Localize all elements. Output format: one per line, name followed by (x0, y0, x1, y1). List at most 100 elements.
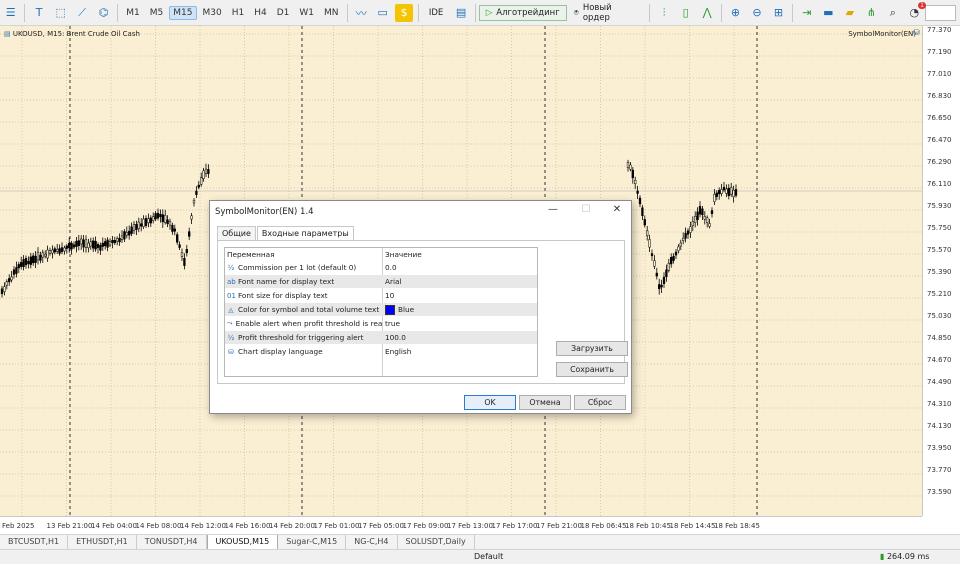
chart-tab[interactable]: ETHUSDT,H1 (68, 535, 137, 549)
time-label: 17 Feb 05:00 (358, 522, 404, 530)
load-button[interactable]: Загрузить (556, 341, 628, 356)
script-icon[interactable]: ▤ (452, 4, 469, 22)
notifications-icon[interactable]: ◔ 1 (906, 1, 926, 22)
candle-body (104, 241, 107, 247)
param-value-cell[interactable]: 10 (385, 291, 394, 300)
autoscroll-icon[interactable]: ⇥ (798, 4, 815, 22)
search-icon[interactable]: ⌕ (884, 4, 901, 22)
table-row[interactable]: ab Font name for display text Arial (225, 275, 537, 288)
candle-body (708, 223, 711, 227)
folder-icon[interactable]: ▰ (841, 4, 858, 22)
param-type-icon: ◬ (228, 305, 234, 314)
price-label: 73.590 (927, 488, 952, 496)
candle-body (135, 224, 138, 230)
param-value-cell[interactable]: 0.0 (385, 263, 397, 272)
timeframe-m1[interactable]: M1 (122, 6, 144, 20)
candle-body (660, 284, 663, 288)
candle-body (670, 257, 673, 265)
table-row[interactable]: ½ Profit threshold for triggering alert 10… (225, 331, 537, 344)
param-value-cell[interactable]: 100.0 (385, 333, 406, 342)
zoom-out-icon[interactable]: ⊖ (748, 4, 765, 22)
timeframe-mn[interactable]: MN (320, 6, 343, 20)
template-icon[interactable]: ▭ (374, 4, 391, 22)
toolbar-separator (117, 3, 119, 22)
bar-chart-icon[interactable]: ⫶ (655, 4, 672, 22)
chart-tab[interactable]: TONUSDT,H4 (137, 535, 207, 549)
candle-body (39, 254, 42, 261)
algo-trading-button[interactable]: ▷ Алготрейдинг (478, 4, 567, 21)
ok-button[interactable]: OK (464, 395, 516, 410)
timeframe-m5[interactable]: M5 (146, 6, 168, 20)
toolbar-separator (792, 3, 794, 22)
timeframe-m15[interactable]: M15 (169, 5, 197, 20)
rectangle-tool-icon[interactable]: ⬚ (52, 4, 69, 22)
chart-tab[interactable]: UKOUSD,M15 (206, 534, 279, 550)
candle-body (99, 244, 102, 251)
candle-body (154, 213, 157, 220)
chart-tab[interactable]: BTCUSDT,H1 (0, 535, 69, 549)
timeframe-m30[interactable]: M30 (199, 6, 226, 20)
table-row[interactable]: ⤳ Enable alert when profit threshold is r… (225, 317, 537, 330)
reset-button[interactable]: Сброс (574, 395, 626, 410)
trendline-tool-icon[interactable]: ⟋ (73, 4, 90, 22)
param-value-cell[interactable]: Blue (385, 304, 414, 315)
profile-label[interactable]: Default (474, 552, 503, 561)
dialog-title: SymbolMonitor(EN) 1.4 (215, 207, 314, 217)
price-label: 76.830 (927, 92, 952, 100)
timeframe-d1[interactable]: D1 (273, 6, 294, 20)
tab-general[interactable]: Общие (217, 226, 256, 241)
price-label: 74.490 (927, 378, 952, 386)
candle-body (197, 184, 200, 188)
grid-icon[interactable]: ⊞ (770, 4, 787, 22)
param-value-cell[interactable]: English (385, 347, 411, 356)
ide-button[interactable]: IDE (422, 5, 450, 21)
table-row[interactable]: 01 Font size for display text 10 (225, 289, 537, 302)
chart-tab[interactable]: Sugar-C,M15 (278, 535, 347, 549)
table-row[interactable]: ⛁ Chart display language English (225, 345, 537, 358)
save-button[interactable]: Сохранить (556, 362, 628, 377)
candle-body (662, 276, 666, 284)
candle-chart-icon[interactable]: ▯ (677, 4, 694, 22)
param-value-cell[interactable]: Arial (385, 277, 402, 286)
price-label: 74.850 (927, 334, 952, 342)
table-row[interactable]: ½ Commission per 1 lot (default 0) 0.0 (225, 261, 537, 274)
status-bar: Default ▮ 264.09 ms (0, 549, 960, 564)
new-order-button[interactable]: ⍟ Новый ордер (567, 0, 647, 26)
candle-body (694, 215, 697, 223)
timeframe-h4[interactable]: H4 (250, 6, 271, 20)
candle-body (87, 242, 90, 249)
timeframe-w1[interactable]: W1 (295, 6, 318, 20)
timeframe-h1[interactable]: H1 (228, 6, 249, 20)
candle-body (32, 255, 35, 264)
candle-body (53, 248, 56, 253)
toolbar-search-input[interactable] (924, 4, 957, 21)
indicators-icon[interactable]: ⋔ (863, 4, 880, 22)
chart-tab[interactable]: SOLUSDT,Daily (398, 535, 475, 549)
shapes-tool-icon[interactable]: ⌬ (95, 4, 112, 22)
dollar-icon[interactable]: $ (395, 3, 413, 22)
candle-body (65, 245, 68, 249)
candle-body (706, 217, 709, 223)
maximize-button[interactable]: ☐ (579, 204, 593, 215)
parameters-table[interactable]: Переменная Значение ½ Commission per 1 lo… (224, 247, 538, 377)
chart-shift-icon[interactable]: ▬ (820, 4, 837, 22)
close-button[interactable]: ✕ (610, 204, 624, 215)
minimize-button[interactable]: — (546, 204, 560, 215)
tab-input-parameters[interactable]: Входные параметры (256, 226, 354, 241)
chart-tab[interactable]: NG-C,H4 (346, 535, 398, 549)
cancel-button[interactable]: Отмена (519, 395, 571, 410)
line-chart-icon[interactable]: ⋀ (698, 4, 715, 22)
indicator-label: SymbolMonitor(EN) (848, 30, 916, 38)
param-name-cell: ab Font name for display text (227, 277, 382, 286)
param-value-cell[interactable]: true (385, 319, 400, 328)
candle-body (168, 221, 172, 226)
candle-body (84, 239, 88, 248)
param-value: English (385, 347, 412, 356)
table-row[interactable]: ◬ Color for symbol and total volume text B… (225, 303, 537, 316)
time-label: 18 Feb 06:45 (580, 522, 627, 530)
crosshair-menu-icon[interactable]: ☰ (2, 4, 19, 22)
zoom-in-icon[interactable]: ⊕ (727, 4, 744, 22)
param-name: Commission per 1 lot (default 0) (238, 263, 357, 272)
chart-type-icon[interactable]: 〰 (352, 4, 369, 22)
vertical-line-tool-icon[interactable]: T (30, 4, 47, 22)
